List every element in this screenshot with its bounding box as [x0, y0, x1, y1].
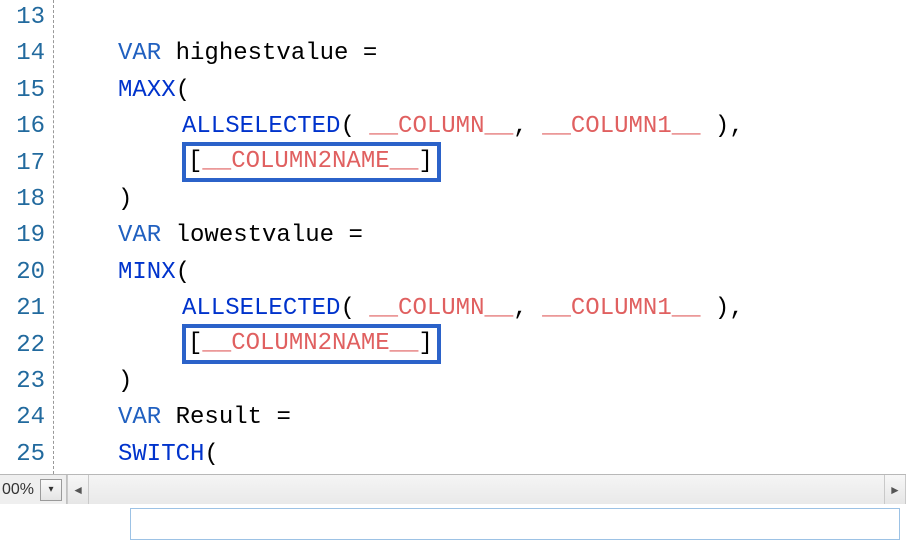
code-token: =: [276, 400, 290, 436]
code-token: ,: [513, 109, 542, 145]
code-token: ALLSELECTED: [182, 291, 340, 327]
code-token: [: [188, 326, 202, 362]
line-number: 21: [0, 291, 45, 327]
code-line[interactable]: VAR lowestvalue =: [62, 218, 906, 254]
code-token: ALLSELECTED: [182, 109, 340, 145]
line-number-gutter: 13141516171819202122232425: [0, 0, 54, 474]
code-token: (: [176, 255, 190, 291]
line-number: 18: [0, 182, 45, 218]
code-line[interactable]: VAR highestvalue =: [62, 36, 906, 72]
code-token: ]: [418, 144, 432, 180]
zoom-dropdown-button[interactable]: ▾: [40, 479, 62, 501]
code-token: Result: [176, 400, 277, 436]
code-token: ,: [513, 291, 542, 327]
line-number: 17: [0, 146, 45, 182]
code-token: (: [204, 437, 218, 473]
line-number: 20: [0, 255, 45, 291]
code-token: ]: [418, 326, 432, 362]
code-line[interactable]: MAXX(: [62, 73, 906, 109]
highlight-box: [__COLUMN2NAME__]: [182, 324, 441, 364]
code-token: __COLUMN__: [369, 291, 513, 327]
code-line[interactable]: VAR Result =: [62, 400, 906, 436]
code-token: MAXX: [118, 73, 176, 109]
code-token: =: [348, 218, 362, 254]
code-editor[interactable]: 13141516171819202122232425 VAR highestva…: [0, 0, 906, 474]
code-line[interactable]: [__COLUMN2NAME__]: [62, 328, 906, 364]
code-token: VAR: [118, 400, 176, 436]
code-token: VAR: [118, 36, 176, 72]
code-token: __COLUMN2NAME__: [202, 144, 418, 180]
line-number: 14: [0, 36, 45, 72]
code-line[interactable]: ): [62, 182, 906, 218]
scroll-right-button[interactable]: ►: [884, 475, 906, 504]
code-token: (: [340, 291, 369, 327]
line-number: 13: [0, 0, 45, 36]
bottom-strip: [0, 504, 906, 544]
code-token: __COLUMN1__: [542, 291, 700, 327]
line-number: 24: [0, 400, 45, 436]
code-line[interactable]: [__COLUMN2NAME__]: [62, 146, 906, 182]
code-line[interactable]: SWITCH(: [62, 437, 906, 473]
code-token: [: [188, 144, 202, 180]
code-token: __COLUMN__: [369, 109, 513, 145]
code-line[interactable]: ALLSELECTED( __COLUMN__, __COLUMN1__ ),: [62, 291, 906, 327]
horizontal-scrollbar[interactable]: ◄ ►: [67, 475, 906, 504]
code-token: (: [340, 109, 369, 145]
code-token: __COLUMN2NAME__: [202, 326, 418, 362]
code-line[interactable]: ALLSELECTED( __COLUMN__, __COLUMN1__ ),: [62, 109, 906, 145]
code-line[interactable]: ): [62, 364, 906, 400]
code-token: highestvalue: [176, 36, 363, 72]
line-number: 19: [0, 218, 45, 254]
line-number: 15: [0, 73, 45, 109]
code-line[interactable]: [62, 0, 906, 36]
code-token: SWITCH: [118, 437, 204, 473]
code-token: lowestvalue: [176, 218, 349, 254]
code-token: VAR: [118, 218, 176, 254]
line-number: 16: [0, 109, 45, 145]
zoom-value: 00%: [0, 481, 40, 499]
code-token: (: [176, 73, 190, 109]
line-number: 25: [0, 437, 45, 473]
code-token: ),: [701, 291, 744, 327]
zoom-control[interactable]: 00% ▾: [0, 475, 67, 504]
code-token: MINX: [118, 255, 176, 291]
code-area[interactable]: VAR highestvalue =MAXX(ALLSELECTED( __CO…: [54, 0, 906, 474]
code-line[interactable]: MINX(: [62, 255, 906, 291]
code-token: ),: [701, 109, 744, 145]
scroll-left-button[interactable]: ◄: [67, 475, 89, 504]
line-number: 23: [0, 364, 45, 400]
editor-footer: 00% ▾ ◄ ►: [0, 474, 906, 504]
code-token: ): [118, 364, 132, 400]
code-token: __COLUMN1__: [542, 109, 700, 145]
code-token: ): [118, 182, 132, 218]
line-number: 22: [0, 328, 45, 364]
bottom-input-outline: [130, 508, 900, 540]
code-token: =: [363, 36, 377, 72]
highlight-box: [__COLUMN2NAME__]: [182, 142, 441, 182]
